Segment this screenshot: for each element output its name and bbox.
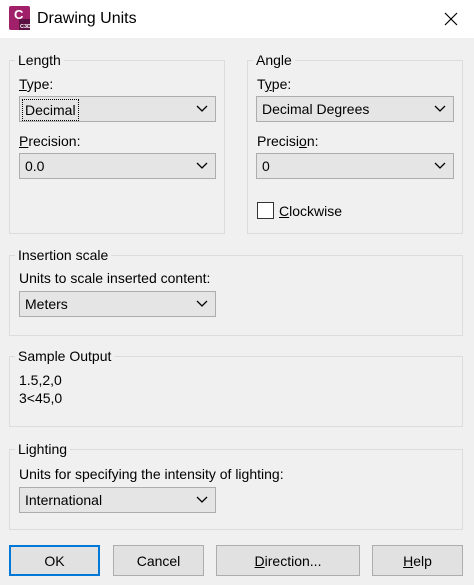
length-precision-label: Precision: (19, 132, 80, 150)
angle-precision-label-text: n: (306, 133, 319, 149)
length-type-label-mnemonic: T (19, 76, 27, 92)
insertion-units-value: Meters (25, 296, 68, 312)
insertion-units-label: Units to scale inserted content: (19, 270, 211, 286)
help-button-label: elp (413, 552, 432, 569)
svg-text:C: C (14, 7, 24, 22)
direction-button[interactable]: Direction... (216, 545, 360, 576)
lighting-units-label: Units for specifying the intensity of li… (19, 466, 284, 482)
lighting-units-dropdown[interactable]: International (19, 487, 216, 513)
angle-type-label-mnemonic: y (264, 76, 272, 92)
window-title: Drawing Units (37, 10, 137, 27)
insertion-units-dropdown[interactable]: Meters (19, 291, 216, 317)
length-precision-value: 0.0 (25, 158, 45, 174)
angle-type-label-pre: T (257, 76, 265, 92)
svg-text:C3D: C3D (20, 24, 30, 30)
angle-precision-label: Precision: (257, 132, 319, 150)
length-precision-label-text: recision: (28, 133, 81, 149)
angle-type-label-text: pe: (271, 76, 292, 92)
angle-precision-dropdown[interactable]: 0 (256, 153, 454, 179)
chevron-down-icon (196, 496, 208, 503)
direction-button-label: irection... (264, 552, 322, 569)
chevron-down-icon (434, 105, 446, 112)
close-icon (444, 12, 458, 26)
chevron-down-icon (434, 162, 446, 169)
help-button[interactable]: Help (372, 545, 463, 576)
ok-button-label: OK (44, 552, 65, 569)
clockwise-checkbox[interactable] (257, 202, 274, 219)
ok-button[interactable]: OK (9, 545, 100, 576)
chevron-down-icon (196, 162, 208, 169)
length-type-dropdown[interactable]: Decimal (19, 96, 216, 122)
sample-output-group-title: Sample Output (15, 347, 115, 365)
civil-3d-app-icon: C C3D (9, 6, 30, 30)
length-type-value: Decimal (22, 99, 79, 121)
cancel-button[interactable]: Cancel (113, 545, 204, 576)
length-precision-dropdown[interactable]: 0.0 (19, 153, 216, 179)
close-button[interactable] (428, 0, 474, 38)
angle-type-dropdown[interactable]: Decimal Degrees (256, 96, 454, 122)
clockwise-label[interactable]: Clockwise (279, 202, 342, 220)
clockwise-label-text: lockwise (289, 203, 343, 219)
chevron-down-icon (196, 105, 208, 112)
chevron-down-icon (196, 300, 208, 307)
cancel-button-label: Cancel (136, 552, 181, 569)
lighting-group-title: Lighting (15, 440, 71, 458)
sample-output-group: Sample Output (9, 347, 463, 427)
angle-precision-label-pre: Precisi (257, 133, 300, 149)
sample-output-line-1: 1.5,2,0 (19, 372, 62, 388)
sample-output-line-2: 3<45,0 (19, 390, 63, 406)
length-type-label: Type: (19, 75, 53, 93)
insertion-scale-group-title: Insertion scale (15, 246, 112, 264)
angle-precision-value: 0 (262, 158, 270, 174)
angle-type-label: Type: (257, 75, 291, 93)
title-bar: C C3D Drawing Units (0, 0, 474, 38)
angle-type-value: Decimal Degrees (262, 101, 370, 117)
clockwise-label-mnemonic: C (279, 203, 290, 219)
length-group-title: Length (15, 51, 64, 69)
length-precision-label-mnemonic: P (19, 133, 29, 149)
direction-button-mnemonic: D (254, 552, 265, 569)
length-type-label-text: ype: (26, 76, 54, 92)
lighting-units-value: International (25, 492, 103, 508)
angle-group-title: Angle (253, 51, 295, 69)
help-button-mnemonic: H (403, 552, 414, 569)
angle-precision-label-mnemonic: o (299, 133, 307, 149)
